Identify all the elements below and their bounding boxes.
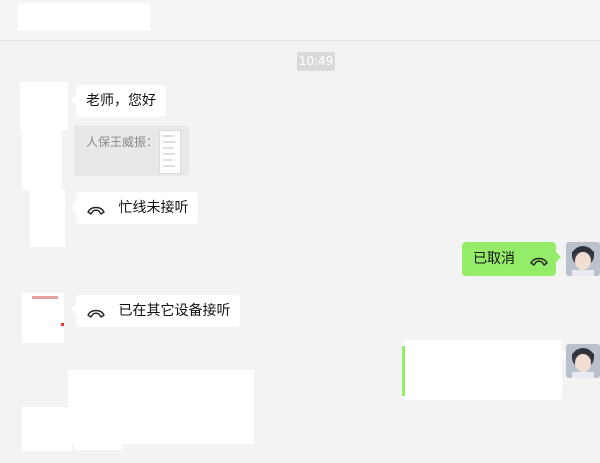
my-avatar[interactable] [566, 344, 600, 378]
message-text: 已取消 [473, 251, 515, 267]
message-text: 忙线未接听 [118, 200, 189, 216]
quoted-message[interactable]: 人保王威振： [74, 126, 189, 176]
sender-avatar-redacted[interactable] [20, 82, 68, 130]
quote-sender: 人保王威振： [86, 135, 159, 149]
call-record-other-device[interactable]: 已在其它设备接听 [70, 295, 241, 327]
quote-image-thumbnail[interactable] [159, 130, 181, 174]
message-timestamp: 10:49 [297, 52, 335, 71]
redacted-area [74, 440, 122, 450]
message-bubble-redacted[interactable] [402, 340, 567, 400]
bubble-accent-bar [402, 346, 405, 396]
sender-avatar-redacted[interactable] [22, 407, 72, 451]
sender-avatar-redacted[interactable] [22, 293, 64, 343]
phone-hangup-icon [86, 305, 106, 318]
redacted-area [30, 190, 65, 247]
message-text: 老师，您好 [86, 93, 156, 109]
message-text: 已在其它设备接听 [118, 303, 231, 319]
redacted-area [22, 130, 62, 190]
message-bubble-redacted[interactable] [68, 370, 254, 444]
phone-hangup-icon [86, 202, 106, 215]
phone-hangup-icon [529, 253, 549, 266]
call-record-missed[interactable]: 忙线未接听 [70, 192, 199, 224]
logo-mark [32, 296, 58, 299]
chat-title-redacted [18, 3, 150, 30]
chat-header [0, 0, 600, 41]
call-record-cancelled[interactable]: 已取消 [462, 242, 561, 276]
message-bubble-greeting[interactable]: 老师，您好 [71, 85, 166, 117]
my-avatar[interactable] [566, 242, 600, 276]
